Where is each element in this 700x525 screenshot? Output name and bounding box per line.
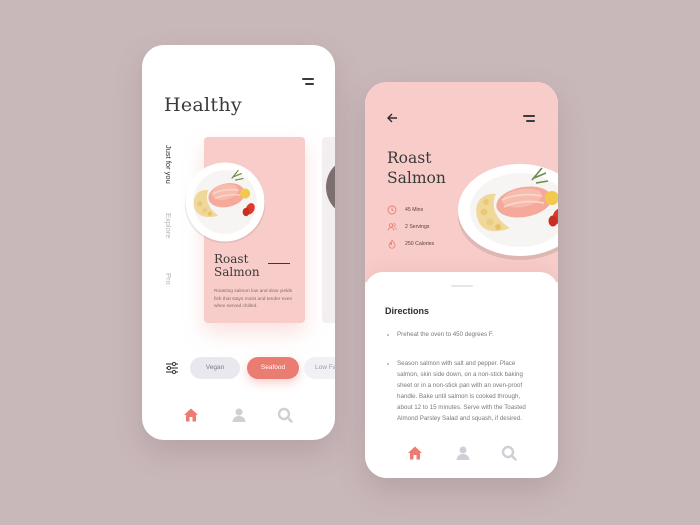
recipe-title: Roast Salmon bbox=[387, 149, 446, 187]
direction-step-text: Season salmon with salt and pepper. Plac… bbox=[397, 360, 526, 422]
filter-chip-low-fat[interactable]: Low Fat bbox=[304, 357, 335, 379]
filter-chip-seafood[interactable]: Seafood bbox=[247, 357, 299, 379]
search-icon[interactable] bbox=[500, 444, 518, 462]
clock-icon bbox=[387, 205, 397, 215]
flame-icon bbox=[388, 239, 396, 249]
page-title: Healthy bbox=[164, 94, 242, 116]
stat-servings-text: 2 Servings bbox=[405, 224, 430, 230]
stat-servings: 2 Servings bbox=[387, 222, 430, 232]
stat-calories-text: 250 Calories bbox=[405, 241, 435, 247]
home-screen: Healthy Just for you Explore Pro Roast S… bbox=[142, 45, 335, 440]
user-icon[interactable] bbox=[230, 406, 248, 424]
bullet bbox=[387, 363, 389, 365]
home-icon[interactable] bbox=[406, 444, 424, 462]
home-icon[interactable] bbox=[182, 406, 200, 424]
bullet bbox=[387, 334, 389, 336]
divider bbox=[268, 263, 290, 264]
recipe-detail-screen: Roast Salmon 45 Mins 2 Servings 250 Calo… bbox=[365, 82, 558, 478]
filter-chip-vegan[interactable]: Vegan bbox=[190, 357, 240, 379]
user-icon[interactable] bbox=[454, 444, 472, 462]
salmon-dish-image bbox=[184, 162, 266, 244]
dish-description: Roasting salmon low and slow yields fish… bbox=[214, 289, 293, 310]
menu-icon[interactable] bbox=[523, 115, 535, 123]
servings-icon bbox=[387, 223, 397, 231]
direction-step: Season salmon with salt and pepper. Plac… bbox=[385, 358, 535, 424]
stat-calories: 250 Calories bbox=[387, 239, 434, 249]
salmon-dish-image bbox=[458, 164, 558, 260]
search-icon[interactable] bbox=[276, 406, 294, 424]
directions-heading: Directions bbox=[385, 306, 430, 316]
direction-step: Preheat the oven to 450 degrees F. bbox=[385, 329, 535, 340]
tab-pro[interactable]: Pro bbox=[164, 273, 173, 285]
stat-time: 45 Mins bbox=[387, 205, 423, 215]
filter-icon[interactable] bbox=[165, 361, 179, 375]
tab-explore[interactable]: Explore bbox=[164, 213, 173, 238]
dish-name: Roast Salmon bbox=[214, 252, 260, 279]
tab-just-for-you[interactable]: Just for you bbox=[164, 145, 173, 184]
stat-time-text: 45 Mins bbox=[405, 207, 424, 213]
back-arrow-icon[interactable] bbox=[387, 113, 398, 123]
dish-image bbox=[326, 157, 335, 217]
direction-step-text: Preheat the oven to 450 degrees F. bbox=[397, 331, 494, 338]
next-recipe-card[interactable] bbox=[322, 137, 335, 323]
drag-handle[interactable] bbox=[451, 285, 473, 287]
menu-icon[interactable] bbox=[302, 78, 314, 86]
